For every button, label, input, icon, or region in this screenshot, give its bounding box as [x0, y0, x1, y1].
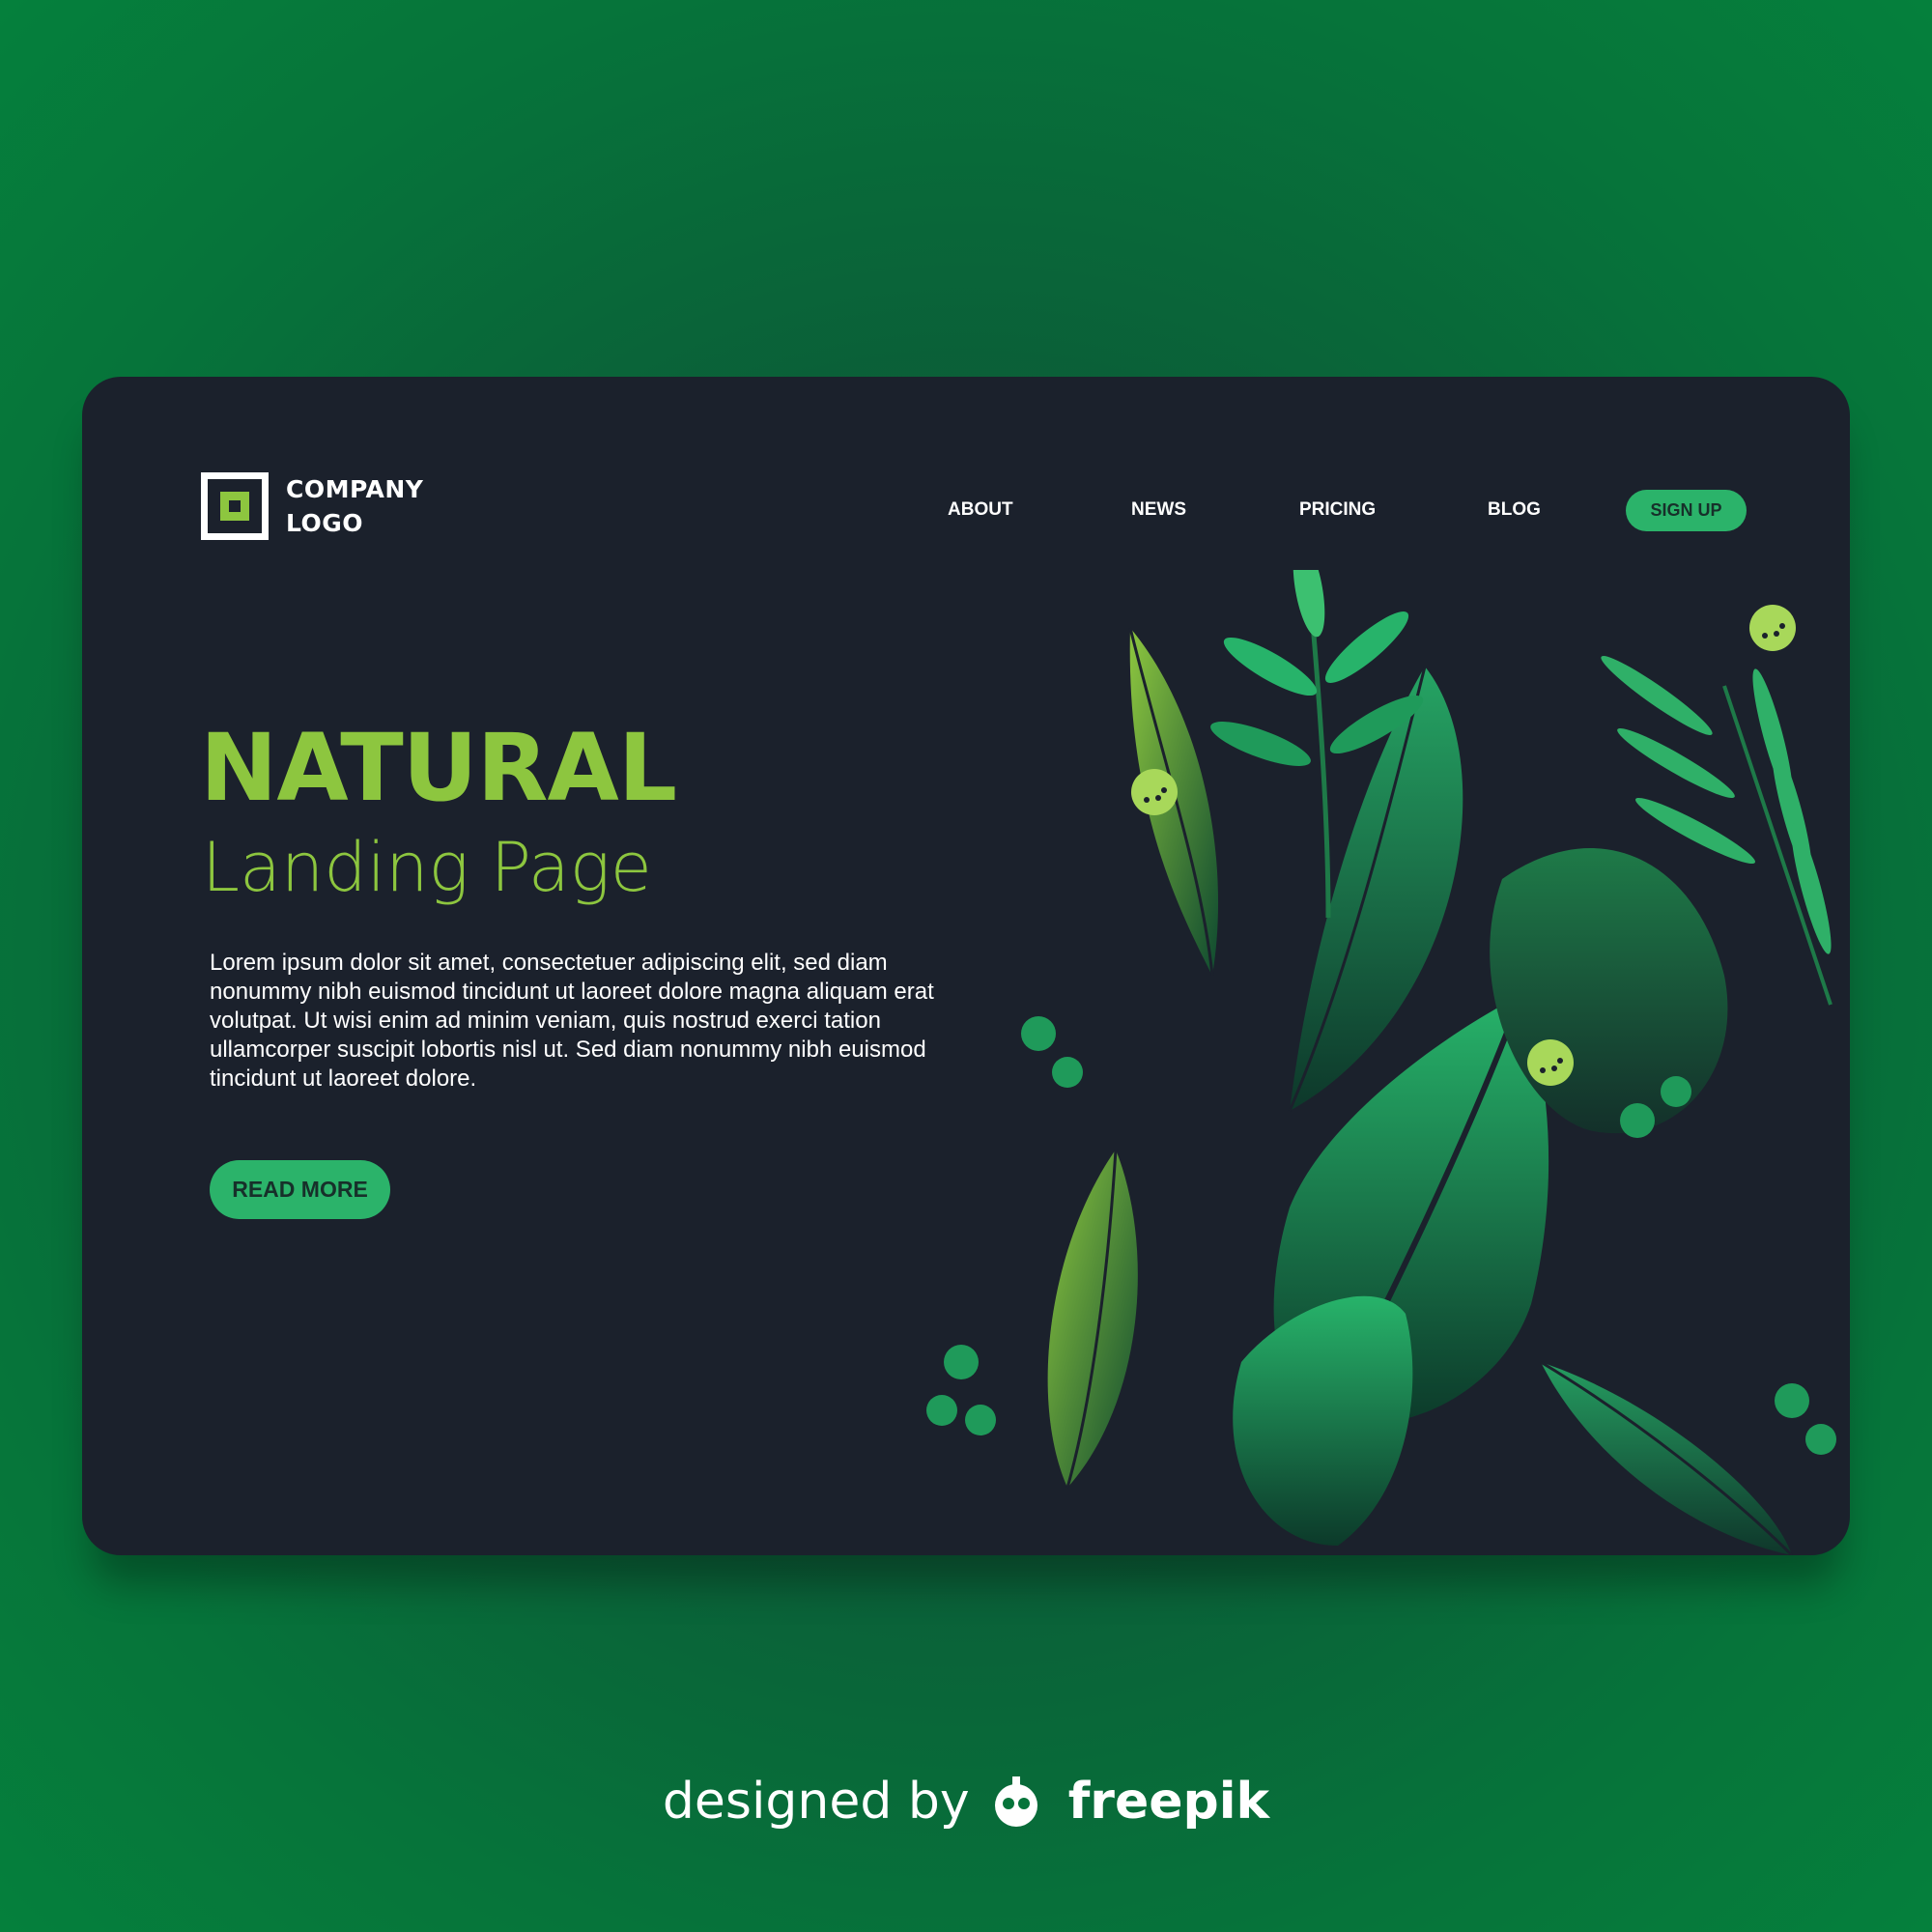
foliage-illustration — [926, 570, 1836, 1555]
nav-pricing[interactable]: PRICING — [1299, 499, 1376, 521]
credit: designed by freepik — [0, 1773, 1932, 1831]
nav-news[interactable]: NEWS — [1131, 499, 1186, 521]
credit-brand: freepik — [1067, 1773, 1270, 1831]
nav-blog[interactable]: BLOG — [1488, 499, 1541, 521]
hero-body-text: Lorem ipsum dolor sit amet, consectetuer… — [210, 950, 934, 1092]
freepik-mascot-icon — [994, 1776, 1037, 1827]
hero-subtitle: Landing Page — [202, 828, 652, 907]
landing-page-card: COMPANY LOGO ABOUT NEWS PRICING BLOG SIG… — [82, 377, 1850, 1555]
hero-title: NATURAL — [200, 714, 677, 822]
read-more-button[interactable]: READ MORE — [210, 1160, 390, 1219]
sign-up-button[interactable]: SIGN UP — [1626, 490, 1747, 531]
credit-prefix: designed by — [662, 1773, 970, 1831]
nav-about[interactable]: ABOUT — [948, 499, 1013, 521]
main-nav: ABOUT NEWS PRICING BLOG SIGN UP — [82, 490, 1850, 538]
